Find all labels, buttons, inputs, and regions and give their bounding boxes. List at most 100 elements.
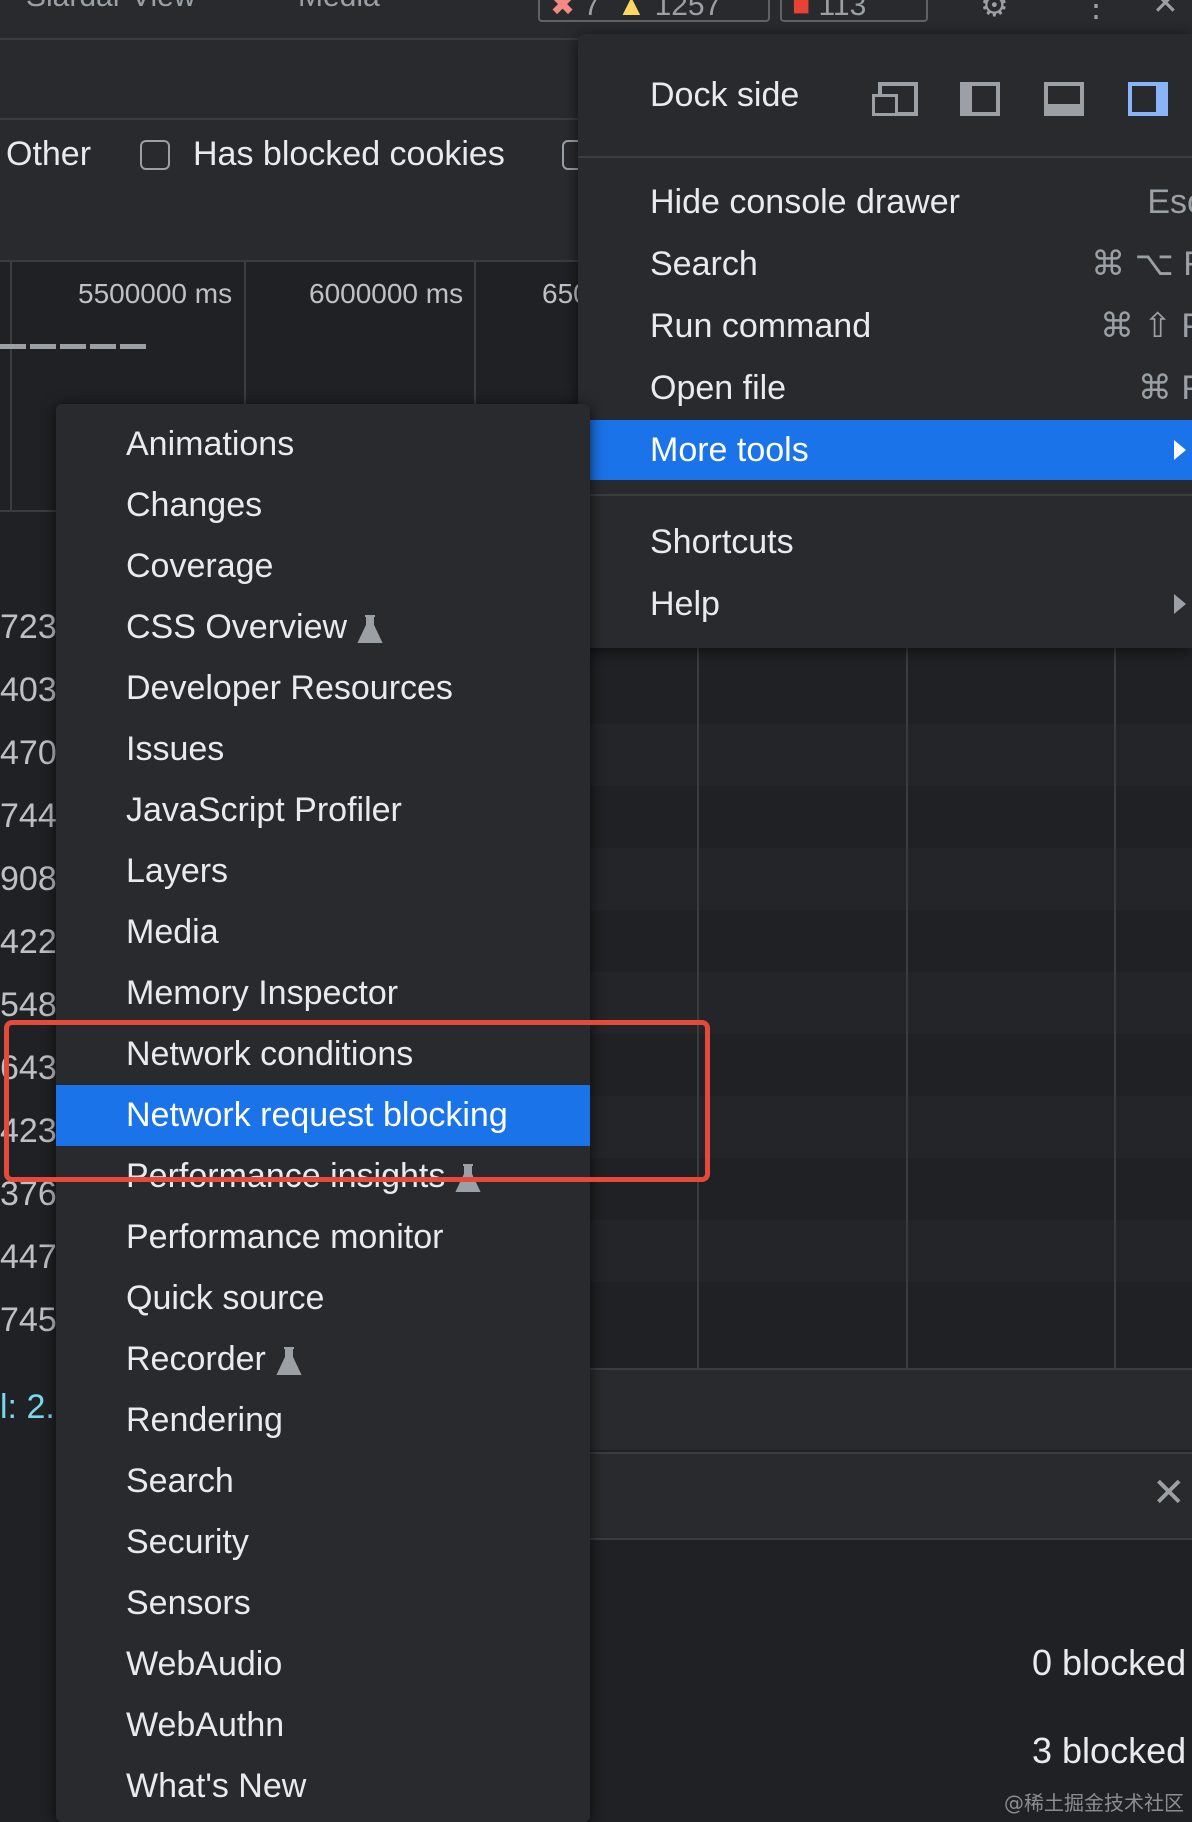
error-icon: ✖ xyxy=(550,0,576,22)
tool-changes[interactable]: Changes xyxy=(56,475,590,536)
request-row-size: 723 xyxy=(0,608,57,646)
timeline-tick: 6000000 ms xyxy=(309,278,464,309)
menu-separator xyxy=(578,156,1192,158)
tool-label: Animations xyxy=(126,425,295,463)
timeline-bar xyxy=(0,344,150,349)
summary-text: l: 2. xyxy=(0,1388,55,1426)
menu-item-label: Shortcuts xyxy=(650,523,794,561)
tool-media[interactable]: Media xyxy=(56,902,590,963)
request-row-size: 470 xyxy=(0,734,57,772)
warning-count: 1257 xyxy=(654,0,722,22)
tool-sensors[interactable]: Sensors xyxy=(56,1573,590,1634)
close-devtools-icon[interactable]: ✕ xyxy=(1152,0,1179,22)
waterfall-gridline xyxy=(697,648,699,1368)
console-counts[interactable]: ✖ 7 ▲ 1257 xyxy=(538,0,770,22)
tool-label: Developer Resources xyxy=(126,669,453,707)
request-row-size: 422 xyxy=(0,923,57,961)
tool-developer-resources[interactable]: Developer Resources xyxy=(56,658,590,719)
undock-icon[interactable] xyxy=(872,82,918,116)
tool-label: Recorder xyxy=(126,1340,266,1378)
more-options-icon[interactable]: ⋮ xyxy=(1080,0,1112,24)
tool-coverage[interactable]: Coverage xyxy=(56,536,590,597)
settings-gear-icon[interactable]: ⚙ xyxy=(980,0,1009,24)
waterfall-row xyxy=(590,724,1192,786)
menu-item-hide-console-drawer[interactable]: Hide console drawer Esc xyxy=(578,172,1192,232)
request-row-size: 447 xyxy=(0,1238,57,1276)
menu-item-shortcut: Esc xyxy=(1147,183,1192,221)
tool-quick-source[interactable]: Quick source xyxy=(56,1268,590,1329)
menu-item-label: Run command xyxy=(650,307,872,345)
tool-webauthn[interactable]: WebAuthn xyxy=(56,1695,590,1756)
tool-recorder[interactable]: Recorder xyxy=(56,1329,590,1390)
dock-right-icon[interactable] xyxy=(1128,82,1168,116)
close-drawer-icon[interactable]: ✕ xyxy=(1152,1470,1186,1516)
tool-label: Coverage xyxy=(126,547,274,585)
tool-memory-inspector[interactable]: Memory Inspector xyxy=(56,963,590,1024)
tool-label: CSS Overview xyxy=(126,608,348,646)
customize-devtools-menu: Dock side Hide console drawer Esc Search… xyxy=(578,34,1192,648)
blocked-count: 0 blocked xyxy=(1032,1642,1187,1683)
menu-item-shortcut: ⌘ ⇧ P xyxy=(1099,307,1192,345)
tool-webaudio[interactable]: WebAudio xyxy=(56,1634,590,1695)
issues-icon: ■ xyxy=(792,0,811,22)
menu-item-open-file[interactable]: Open file ⌘ P xyxy=(578,358,1192,418)
blocked-count: 3 blocked xyxy=(1032,1730,1187,1771)
tool-security[interactable]: Security xyxy=(56,1512,590,1573)
tool-issues[interactable]: Issues xyxy=(56,719,590,780)
tool-css-overview[interactable]: CSS Overview xyxy=(56,597,590,658)
filter-other[interactable]: Other xyxy=(6,135,91,174)
tab-slardar-view[interactable]: Slardar View xyxy=(26,0,196,14)
tool-label: Performance monitor xyxy=(126,1218,444,1256)
timeline-gridline xyxy=(10,262,12,510)
dock-side-label: Dock side xyxy=(650,76,800,114)
tab-media[interactable]: Media xyxy=(298,0,380,14)
tool-performance-monitor[interactable]: Performance monitor xyxy=(56,1207,590,1268)
tool-rendering[interactable]: Rendering xyxy=(56,1390,590,1451)
tool-javascript-profiler[interactable]: JavaScript Profiler xyxy=(56,780,590,841)
tool-label: JavaScript Profiler xyxy=(126,791,402,829)
request-row-size: 745 xyxy=(0,1301,57,1339)
submenu-arrow-icon xyxy=(1174,594,1186,614)
dock-bottom-icon[interactable] xyxy=(1044,82,1084,116)
issues-counter[interactable]: ■ 113 xyxy=(780,0,928,22)
dock-left-icon[interactable] xyxy=(960,82,1000,116)
menu-item-label: Open file xyxy=(650,369,787,407)
tool-layers[interactable]: Layers xyxy=(56,841,590,902)
tool-whats-new[interactable]: What's New xyxy=(56,1756,590,1817)
timeline-tick: 5500000 ms xyxy=(78,278,233,309)
menu-item-label: Help xyxy=(650,585,720,623)
tool-label: What's New xyxy=(126,1767,307,1805)
request-list: 723 403 470 744 908 422 548 643 423 376 … xyxy=(0,510,60,1380)
tool-label: WebAuthn xyxy=(126,1706,285,1744)
waterfall-row xyxy=(590,848,1192,910)
request-row-size: 744 xyxy=(0,797,57,835)
menu-item-more-tools[interactable]: More tools xyxy=(578,420,1192,480)
warning-icon: ▲ xyxy=(616,0,647,22)
network-status-bar xyxy=(590,1368,1192,1450)
tool-label: Layers xyxy=(126,852,229,890)
menu-item-search[interactable]: Search ⌘ ⌥ F xyxy=(578,234,1192,294)
blocked-cookies-checkbox[interactable] xyxy=(140,140,170,170)
tool-label: Search xyxy=(126,1462,234,1500)
menu-item-label: Hide console drawer xyxy=(650,183,960,221)
dock-right-fill xyxy=(1156,86,1164,112)
issues-count: 113 xyxy=(818,0,867,22)
drawer-tabbar xyxy=(590,1452,1192,1540)
menu-item-shortcuts[interactable]: Shortcuts xyxy=(578,512,1192,572)
tool-label: Issues xyxy=(126,730,225,768)
tool-label: Quick source xyxy=(126,1279,325,1317)
watermark: @稀土掘金技术社区 xyxy=(1004,1791,1184,1815)
tool-label: Changes xyxy=(126,486,263,524)
tool-label: Media xyxy=(126,913,219,951)
menu-item-help[interactable]: Help xyxy=(578,574,1192,634)
tool-search[interactable]: Search xyxy=(56,1451,590,1512)
menu-item-run-command[interactable]: Run command ⌘ ⇧ P xyxy=(578,296,1192,356)
menu-item-label: Search xyxy=(650,245,758,283)
request-row-size: 908 xyxy=(0,860,57,898)
menu-separator xyxy=(578,494,1192,496)
annotation-highlight-box xyxy=(4,1020,710,1182)
request-row-size: 403 xyxy=(0,671,57,709)
tool-animations[interactable]: Animations xyxy=(56,414,590,475)
waterfall-row xyxy=(590,1220,1192,1282)
error-count: 7 xyxy=(583,0,601,22)
